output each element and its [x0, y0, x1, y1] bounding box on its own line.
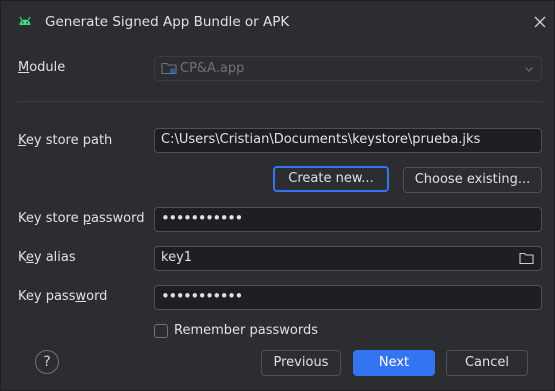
module-label: Module [18, 60, 66, 75]
key-store-password-value: ••••••••••• [161, 209, 243, 227]
close-icon[interactable] [531, 13, 549, 31]
key-store-path-input[interactable]: C:\Users\Cristian\Documents\keystore\pru… [154, 128, 542, 153]
key-password-input[interactable]: ••••••••••• [154, 285, 542, 310]
title-bar: Generate Signed App Bundle or APK [1, 1, 554, 43]
key-password-label: Key password [18, 289, 108, 304]
key-store-path-label: Key store path [18, 133, 113, 148]
remember-passwords-checkbox[interactable] [154, 324, 168, 338]
key-store-path-value: C:\Users\Cristian\Documents\keystore\pru… [161, 132, 481, 147]
section-divider [18, 101, 542, 102]
dialog-title: Generate Signed App Bundle or APK [45, 14, 290, 30]
key-password-value: ••••••••••• [161, 287, 243, 305]
choose-existing-button[interactable]: Choose existing... [403, 167, 542, 193]
help-icon[interactable]: ? [35, 350, 59, 374]
module-folder-icon [161, 62, 177, 75]
key-store-password-input[interactable]: ••••••••••• [154, 207, 542, 232]
remember-passwords-label[interactable]: Remember passwords [174, 323, 318, 338]
cancel-button[interactable]: Cancel [446, 350, 528, 376]
signed-bundle-dialog: Generate Signed App Bundle or APK Module… [0, 0, 555, 391]
key-alias-label: Key alias [18, 250, 76, 265]
module-value: CP&A.app [180, 61, 245, 76]
folder-icon[interactable] [519, 252, 534, 265]
key-alias-value: key1 [161, 250, 193, 265]
next-button[interactable]: Next [353, 350, 435, 376]
module-select[interactable]: CP&A.app [154, 56, 542, 81]
create-new-button[interactable]: Create new... [273, 166, 389, 192]
key-alias-input[interactable]: key1 [154, 246, 542, 271]
chevron-down-icon [525, 67, 533, 72]
previous-button[interactable]: Previous [261, 350, 341, 376]
key-store-password-label: Key store password [18, 211, 145, 226]
android-icon [19, 16, 31, 25]
